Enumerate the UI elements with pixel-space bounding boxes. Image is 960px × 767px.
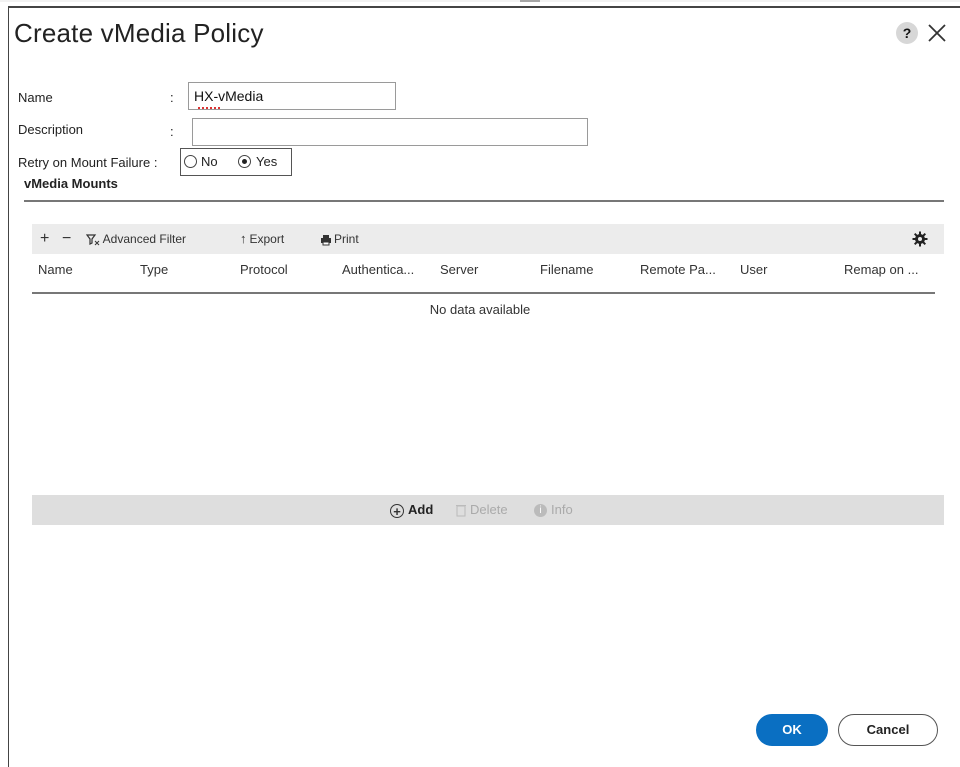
export-button[interactable]: ↑ Export [240,224,284,254]
close-icon[interactable] [924,20,950,46]
col-header-server[interactable]: Server [440,262,478,277]
footer-delete-label: Delete [470,502,508,517]
gear-icon[interactable] [912,231,928,247]
arrow-up-icon: ↑ [240,231,247,246]
col-header-remote-path[interactable]: Remote Pa... [640,262,716,277]
empty-table-message: No data available [429,302,531,317]
footer-add-label: Add [408,502,434,517]
col-header-authentication[interactable]: Authentica... [342,262,414,277]
col-header-type[interactable]: Type [140,262,168,277]
description-input[interactable] [192,118,588,146]
col-header-remap[interactable]: Remap on ... [844,262,918,277]
name-colon: : [170,90,174,105]
retry-no-label: No [201,154,218,169]
retry-no-radio[interactable] [184,155,197,168]
col-header-name[interactable]: Name [38,262,73,277]
name-label: Name [18,90,53,105]
print-label: Print [334,232,359,246]
info-icon: i [534,504,547,518]
remove-row-icon[interactable]: − [62,224,71,254]
printer-icon [321,234,331,246]
add-row-icon[interactable]: + [40,224,49,254]
ok-button[interactable]: OK [756,714,828,746]
footer-info-button[interactable]: i Info [534,495,573,525]
section-divider [24,200,944,202]
spellcheck-underline [198,104,220,109]
retry-yes-label: Yes [256,154,278,169]
export-label: Export [249,232,285,246]
vmedia-mounts-title: vMedia Mounts [24,176,118,191]
cancel-button[interactable]: Cancel [838,714,938,746]
name-input-value: HX-vMedia [194,88,264,104]
description-colon: : [170,124,174,139]
table-header-divider [32,292,935,294]
footer-add-button[interactable]: + Add [390,495,433,525]
advanced-filter-label: Advanced Filter [102,232,187,246]
retry-label: Retry on Mount Failure : [18,155,158,170]
col-header-filename[interactable]: Filename [540,262,593,277]
col-header-protocol[interactable]: Protocol [240,262,288,277]
footer-delete-button[interactable]: Delete [456,495,508,525]
retry-yes-radio[interactable] [238,155,251,168]
help-icon[interactable]: ? [896,22,918,44]
col-header-user[interactable]: User [740,262,767,277]
filter-icon [85,234,100,246]
mounts-footer-bar: + Add Delete i Info [32,495,944,525]
print-button[interactable]: Print [320,224,359,254]
mounts-toolbar: + − Advanced Filter ↑ Export Print [32,224,944,254]
dialog-title: Create vMedia Policy [14,18,264,48]
add-circle-icon: + [390,503,404,518]
description-label: Description [18,122,84,137]
footer-info-label: Info [551,502,573,517]
trash-icon [456,505,466,517]
advanced-filter-button[interactable]: Advanced Filter [85,224,187,254]
